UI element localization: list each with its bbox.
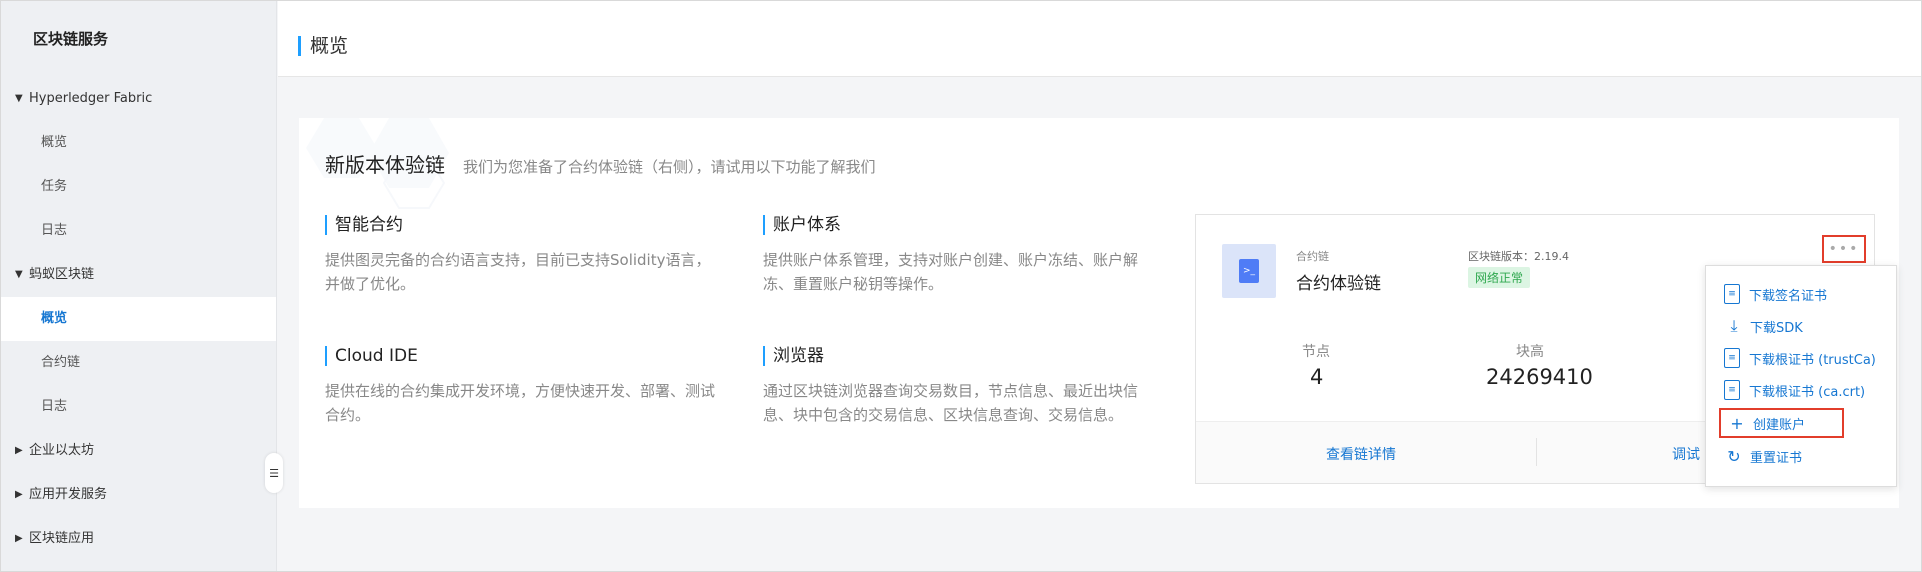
footer-divider [1536, 438, 1537, 466]
plus-icon: + [1730, 413, 1744, 433]
block-height-value: 24269410 [1486, 365, 1593, 389]
certificate-icon: ≡ [1724, 348, 1740, 368]
menu-item-label: 下载签名证书 [1749, 288, 1828, 304]
sidebar-item-ant-contract-chain[interactable]: 合约链 [1, 341, 276, 385]
sidebar-group-blockchain-apps[interactable]: ▶ 区块链应用 [1, 517, 276, 561]
menu-item-download-sign-cert[interactable]: ≡ 下载签名证书 [1724, 280, 1827, 308]
overview-card: 新版本体验链 我们为您准备了合约体验链（右侧），请试用以下功能了解我们 智能合约… [299, 118, 1899, 508]
caret-down-icon: ▼ [15, 269, 23, 280]
caret-right-icon: ▶ [15, 489, 23, 500]
feature-browser: 浏览器 通过区块链浏览器查询交易数目，节点信息、最近出块信息、块中包含的交易信息… [763, 345, 1173, 427]
menu-item-download-root-cert-ca[interactable]: ≡ 下载根证书 (ca.crt) [1724, 376, 1865, 404]
feature-smart-contract: 智能合约 提供图灵完备的合约语言支持，目前已支持Solidity语言，并做了优化… [325, 214, 735, 296]
chain-name: 合约体验链 [1296, 274, 1381, 294]
sidebar-group-app-dev-service[interactable]: ▶ 应用开发服务 [1, 473, 276, 517]
app-window: 区块链服务 ▼ Hyperledger Fabric 概览 任务 日志 ▼ 蚂蚁… [0, 0, 1922, 572]
intro: 新版本体验链 我们为您准备了合约体验链（右侧），请试用以下功能了解我们 [325, 149, 876, 178]
sidebar-item-ant-logs[interactable]: 日志 [1, 385, 276, 429]
sidebar-collapse-toggle[interactable]: ☰ [265, 453, 283, 493]
download-icon: ⤓ [1730, 316, 1738, 335]
menu-item-label: 下载根证书 (trustCa) [1749, 352, 1876, 368]
feature-cloud-ide: Cloud IDE 提供在线的合约集成开发环境，方便快速开发、部署、测试合约。 [325, 345, 735, 427]
sidebar-group-hyperledger-fabric[interactable]: ▼ Hyperledger Fabric [1, 77, 276, 121]
sidebar: 区块链服务 ▼ Hyperledger Fabric 概览 任务 日志 ▼ 蚂蚁… [1, 1, 277, 571]
node-count-label: 节点 [1302, 344, 1330, 360]
caret-right-icon: ▶ [15, 445, 23, 456]
feature-title: Cloud IDE [325, 345, 735, 367]
caret-down-icon: ▼ [15, 93, 23, 104]
chain-version: 区块链版本：2.19.4 [1468, 250, 1569, 263]
debug-link[interactable]: 调试 [1672, 444, 1700, 464]
menu-item-download-sdk[interactable]: ⤓ 下载SDK [1724, 312, 1803, 340]
chain-logo: >_ [1222, 244, 1276, 298]
menu-item-reset-cert[interactable]: ↻ 重置证书 [1724, 442, 1802, 470]
sidebar-item-fabric-tasks[interactable]: 任务 [1, 165, 276, 209]
menu-item-label: 下载SDK [1750, 320, 1803, 336]
feature-title: 浏览器 [763, 345, 1173, 367]
view-chain-details-link[interactable]: 查看链详情 [1326, 444, 1396, 464]
contract-file-icon: >_ [1239, 259, 1259, 283]
menu-item-label: 创建账户 [1753, 417, 1806, 433]
sidebar-group-label: 应用开发服务 [29, 487, 108, 502]
feature-title: 账户体系 [763, 214, 1173, 236]
sidebar-group-enterprise-ethereum[interactable]: ▶ 企业以太坊 [1, 429, 276, 473]
sidebar-group-label: 区块链应用 [29, 531, 95, 546]
sidebar-group-ant-blockchain[interactable]: ▼ 蚂蚁区块链 [1, 253, 276, 297]
node-count-value: 4 [1310, 365, 1324, 389]
page-header: 概览 [278, 1, 1921, 77]
menu-item-label: 重置证书 [1750, 450, 1803, 466]
block-height-label: 块高 [1516, 344, 1544, 360]
menu-item-create-account[interactable]: + 创建账户 [1719, 408, 1844, 438]
collapse-menu-icon: ☰ [269, 466, 279, 480]
page-title: 概览 [298, 35, 348, 57]
intro-heading: 新版本体验链 [325, 153, 445, 177]
more-actions-button[interactable]: ••• [1822, 235, 1866, 263]
sidebar-item-fabric-overview[interactable]: 概览 [1, 121, 276, 165]
ellipsis-icon: ••• [1828, 241, 1860, 257]
intro-subtitle: 我们为您准备了合约体验链（右侧），请试用以下功能了解我们 [463, 158, 876, 176]
sidebar-item-ant-overview[interactable]: 概览 [1, 297, 276, 341]
certificate-icon: ≡ [1724, 284, 1740, 304]
feature-desc: 提供图灵完备的合约语言支持，目前已支持Solidity语言，并做了优化。 [325, 251, 711, 293]
feature-account-system: 账户体系 提供账户体系管理，支持对账户创建、账户冻结、账户解冻、重置账户秘钥等操… [763, 214, 1173, 296]
menu-item-download-root-cert-trustca[interactable]: ≡ 下载根证书 (trustCa) [1724, 344, 1876, 372]
refresh-icon: ↻ [1727, 446, 1741, 466]
feature-desc: 通过区块链浏览器查询交易数目，节点信息、最近出块信息、块中包含的交易信息、区块信… [763, 382, 1139, 424]
menu-item-label: 下载根证书 (ca.crt) [1749, 384, 1866, 400]
caret-right-icon: ▶ [15, 533, 23, 544]
sidebar-group-label: 企业以太坊 [29, 443, 95, 458]
sidebar-item-fabric-logs[interactable]: 日志 [1, 209, 276, 253]
feature-desc: 提供账户体系管理，支持对账户创建、账户冻结、账户解冻、重置账户秘钥等操作。 [763, 251, 1139, 293]
sidebar-group-label: Hyperledger Fabric [29, 91, 153, 106]
feature-title: 智能合约 [325, 214, 735, 236]
feature-desc: 提供在线的合约集成开发环境，方便快速开发、部署、测试合约。 [325, 382, 716, 424]
chain-type-label: 合约链 [1296, 250, 1329, 263]
certificate-icon: ≡ [1724, 380, 1740, 400]
more-actions-menu: ≡ 下载签名证书 ⤓ 下载SDK ≡ 下载根证书 (trustCa) ≡ 下载根… [1705, 265, 1897, 487]
status-badge: 网络正常 [1468, 267, 1531, 288]
sidebar-group-label: 蚂蚁区块链 [29, 267, 95, 282]
sidebar-brand: 区块链服务 [1, 1, 276, 77]
